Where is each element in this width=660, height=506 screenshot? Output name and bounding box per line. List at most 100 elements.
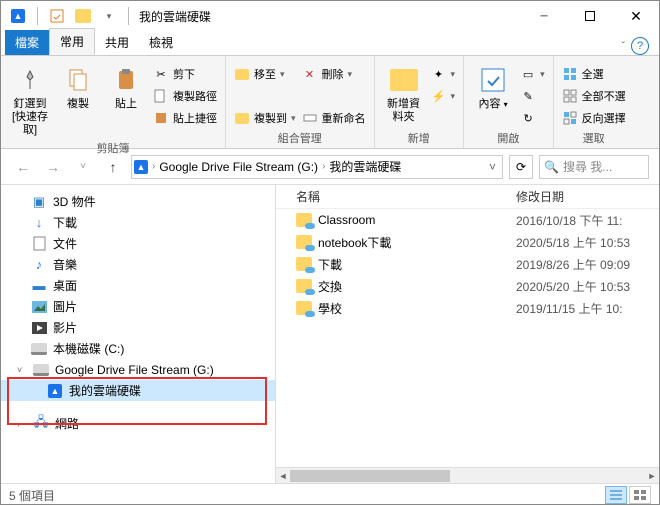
qat-dropdown-icon[interactable]: ▾ <box>98 5 120 27</box>
qat-properties-icon[interactable] <box>46 5 68 27</box>
pasteshortcut-button[interactable]: 貼上捷徑 <box>153 108 217 128</box>
nav-videos[interactable]: 影片 <box>1 317 275 338</box>
nav-downloads[interactable]: ↓下載 <box>1 212 275 233</box>
invertselect-button[interactable]: 反向選擇 <box>562 108 626 128</box>
nav-documents[interactable]: 文件 <box>1 233 275 254</box>
address-bar[interactable]: ▲ › Google Drive File Stream (G:) › 我的雲端… <box>131 155 503 179</box>
history-button[interactable]: ↻ <box>520 108 545 128</box>
qat-newfolder-icon[interactable] <box>72 5 94 27</box>
file-row[interactable]: notebook下載2020/5/18 上午 10:53 <box>276 231 659 253</box>
up-button[interactable]: ↑ <box>101 155 125 179</box>
nav-pictures[interactable]: 圖片 <box>1 296 275 317</box>
easyaccess-button[interactable]: ⚡▾ <box>431 86 456 106</box>
search-input[interactable]: 🔍 搜尋 我... <box>539 155 649 179</box>
navigation-pane[interactable]: ▣3D 物件 ↓下載 文件 ♪音樂 ▬桌面 圖片 影片 本機磁碟 (C:) ˅G… <box>1 185 276 483</box>
copyto-button[interactable]: 複製到 ▾ <box>234 108 296 128</box>
crumb-sep-icon[interactable]: › <box>322 161 325 172</box>
delete-button[interactable]: ✕刪除 ▾ <box>302 64 366 84</box>
copy-button[interactable]: 複製 <box>57 60 99 111</box>
folder-icon <box>296 279 312 293</box>
open-button[interactable]: ▭▾ <box>520 64 545 84</box>
address-dropdown-icon[interactable]: ˅ <box>485 160 500 174</box>
selectall-button[interactable]: 全選 <box>562 64 626 84</box>
download-icon: ↓ <box>31 215 47 231</box>
nav-3dobjects[interactable]: ▣3D 物件 <box>1 191 275 212</box>
tab-view[interactable]: 檢視 <box>139 30 183 55</box>
paste-button[interactable]: 貼上 <box>105 60 147 111</box>
nav-gdrive[interactable]: ˅Google Drive File Stream (G:) <box>1 359 275 380</box>
file-row[interactable]: 學校2019/11/15 上午 10: <box>276 297 659 319</box>
paste-icon <box>110 64 142 96</box>
moveto-button[interactable]: 移至 ▾ <box>234 64 296 84</box>
nav-music[interactable]: ♪音樂 <box>1 254 275 275</box>
file-name: 學校 <box>318 300 342 317</box>
file-name: 下載 <box>318 256 342 273</box>
column-name[interactable]: 名稱 <box>276 188 516 205</box>
folder-icon <box>296 257 312 271</box>
folder-icon <box>296 235 312 249</box>
scroll-right-icon[interactable]: ► <box>645 468 659 484</box>
cut-icon: ✂ <box>153 66 169 82</box>
expand-icon[interactable]: › <box>17 419 27 429</box>
help-icon[interactable]: ? <box>631 37 649 55</box>
scroll-left-icon[interactable]: ◄ <box>276 468 290 484</box>
pin-button[interactable]: 釘選到 [快速存取] <box>9 60 51 138</box>
newitem-button[interactable]: ✦▾ <box>431 64 456 84</box>
horizontal-scrollbar[interactable]: ◄ ► <box>276 467 659 483</box>
newfolder-button[interactable]: 新增資料夾 <box>383 60 425 124</box>
icons-view-button[interactable] <box>629 486 651 504</box>
refresh-button[interactable]: ⟳ <box>509 155 533 179</box>
forward-button[interactable]: → <box>41 155 65 179</box>
scroll-thumb[interactable] <box>290 470 450 482</box>
pasteshortcut-icon <box>153 110 169 126</box>
nav-network[interactable]: ›🖧網路 <box>1 413 275 434</box>
copypath-button[interactable]: 複製路徑 <box>153 86 217 106</box>
pin-icon <box>14 64 46 96</box>
ribbon-collapse-icon[interactable]: ˇ <box>622 41 625 52</box>
file-list[interactable]: Classroom2016/10/18 下午 11:notebook下載2020… <box>276 209 659 467</box>
delete-icon: ✕ <box>302 66 318 82</box>
mydrive-icon: ▲ <box>47 383 63 399</box>
folder-icon <box>296 213 312 227</box>
maximize-button[interactable] <box>567 1 613 31</box>
close-button[interactable]: ✕ <box>613 1 659 31</box>
nav-mydrive[interactable]: ▲我的雲端硬碟 <box>1 380 275 401</box>
music-icon: ♪ <box>31 257 47 273</box>
edit-button[interactable]: ✎ <box>520 86 545 106</box>
recent-dropdown[interactable]: ˅ <box>71 155 95 179</box>
file-date: 2020/5/20 上午 10:53 <box>516 278 659 295</box>
crumb-sep-icon[interactable]: › <box>152 161 155 172</box>
status-count: 5 個項目 <box>9 487 55 504</box>
group-open-label: 開啟 <box>472 128 545 148</box>
group-select-label: 選取 <box>562 128 626 148</box>
group-organize-label: 組合管理 <box>234 128 366 148</box>
file-row[interactable]: 下載 2019/8/26 上午 09:09 <box>276 253 659 275</box>
newfolder-icon <box>388 64 420 96</box>
file-row[interactable]: Classroom2016/10/18 下午 11: <box>276 209 659 231</box>
tab-file[interactable]: 檔案 <box>5 30 49 55</box>
file-row[interactable]: 交換2020/5/20 上午 10:53 <box>276 275 659 297</box>
file-date: 2019/8/26 上午 09:09 <box>516 256 659 273</box>
3d-icon: ▣ <box>31 194 47 210</box>
selectnone-button[interactable]: 全部不選 <box>562 86 626 106</box>
newitem-icon: ✦ <box>431 66 447 82</box>
tab-home[interactable]: 常用 <box>49 28 95 55</box>
nav-desktop[interactable]: ▬桌面 <box>1 275 275 296</box>
back-button[interactable]: ← <box>11 155 35 179</box>
file-date: 2020/5/18 上午 10:53 <box>516 234 659 251</box>
nav-localdisk[interactable]: 本機磁碟 (C:) <box>1 338 275 359</box>
rename-button[interactable]: 重新命名 <box>302 108 366 128</box>
copy-icon <box>62 64 94 96</box>
column-modified[interactable]: 修改日期 <box>516 188 659 205</box>
minimize-button[interactable]: ─ <box>521 1 567 31</box>
desktop-icon: ▬ <box>31 278 47 294</box>
app-icon: ▲ <box>7 5 29 27</box>
crumb-folder[interactable]: 我的雲端硬碟 <box>329 158 401 175</box>
tab-share[interactable]: 共用 <box>95 30 139 55</box>
crumb-drive[interactable]: Google Drive File Stream (G:) <box>159 160 318 174</box>
edit-icon: ✎ <box>520 88 536 104</box>
expand-icon[interactable]: ˅ <box>17 365 27 375</box>
properties-button[interactable]: 內容 ▾ <box>472 60 514 111</box>
cut-button[interactable]: ✂剪下 <box>153 64 217 84</box>
details-view-button[interactable] <box>605 486 627 504</box>
